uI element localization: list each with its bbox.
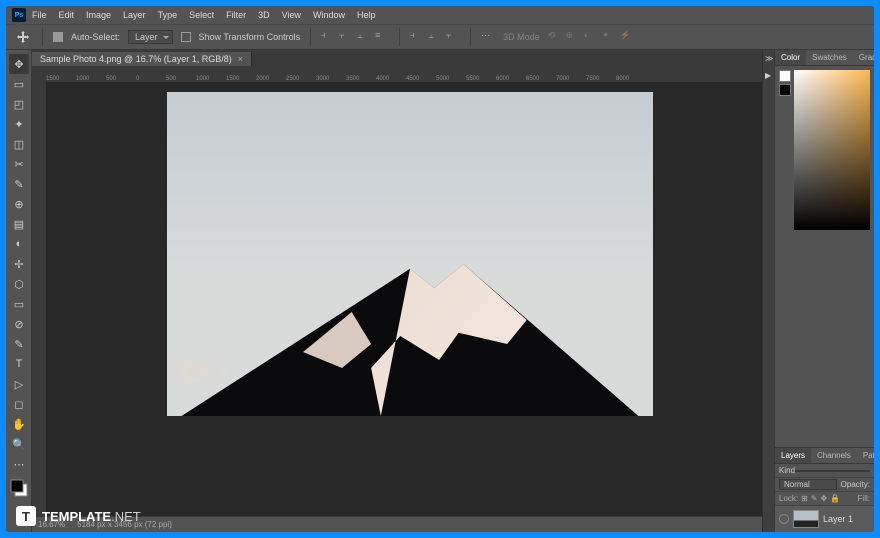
photoshop-window: Ps File Edit Image Layer Type Select Fil…	[6, 6, 874, 532]
document-tab[interactable]: Sample Photo 4.png @ 16.7% (Layer 1, RGB…	[32, 52, 252, 66]
lock-icon[interactable]: ✎	[811, 494, 818, 503]
layer-name[interactable]: Layer 1	[823, 514, 853, 524]
panel-dock: Color Swatches Gradients Layers Channels…	[774, 50, 874, 532]
text-tool[interactable]: T	[9, 354, 29, 374]
menu-type[interactable]: Type	[152, 10, 184, 20]
kind-label: Kind	[779, 466, 795, 475]
layer-thumbnail[interactable]	[793, 510, 819, 528]
ruler-horizontal[interactable]: 1500100050005001000150020002500300035004…	[32, 68, 762, 82]
transform-label: Show Transform Controls	[199, 32, 301, 42]
canvas[interactable]	[32, 82, 762, 516]
main-area: ✥ ▭ ◰ ✦ ◫ ✂ ✎ ⊕ ▤ ◐ ✢ ⬡ ▭ ⊘ ✎ T ▷ ◻ ✋ 🔍 …	[6, 50, 874, 532]
tab-channels[interactable]: Channels	[811, 448, 857, 463]
menu-3d[interactable]: 3D	[252, 10, 276, 20]
color-swatch[interactable]	[9, 478, 28, 503]
foreground-swatch[interactable]	[779, 70, 791, 82]
kind-dropdown[interactable]	[795, 470, 870, 472]
blend-mode-dropdown[interactable]: Normal	[779, 479, 837, 490]
lock-icon[interactable]: ⊞	[801, 494, 808, 503]
menu-filter[interactable]: Filter	[220, 10, 252, 20]
menu-image[interactable]: Image	[80, 10, 117, 20]
menu-file[interactable]: File	[26, 10, 53, 20]
stamp-tool[interactable]: ◐	[9, 234, 29, 254]
tab-swatches[interactable]: Swatches	[806, 50, 853, 65]
auto-select-dropdown[interactable]: Layer	[128, 30, 173, 44]
marquee-tool[interactable]: ▭	[9, 74, 29, 94]
menu-select[interactable]: Select	[183, 10, 220, 20]
menu-layer[interactable]: Layer	[117, 10, 152, 20]
more-icon[interactable]: ⋯	[481, 30, 495, 44]
document-area: Sample Photo 4.png @ 16.7% (Layer 1, RGB…	[32, 50, 762, 532]
move-tool[interactable]: ✥	[9, 54, 29, 74]
3d-mode-label: 3D Mode	[503, 32, 540, 42]
menu-help[interactable]: Help	[351, 10, 382, 20]
tab-gradients[interactable]: Gradients	[853, 50, 874, 65]
auto-select-label: Auto-Select:	[71, 32, 120, 42]
eyedropper-tool[interactable]: ✎	[9, 174, 29, 194]
zoom-tool[interactable]: 🔍	[9, 434, 29, 454]
eraser-tool[interactable]: ⬡	[9, 274, 29, 294]
color-panel-tabs: Color Swatches Gradients	[775, 50, 874, 66]
watermark: T TEMPLATE.NET	[16, 506, 141, 526]
path-tool[interactable]: ▷	[9, 374, 29, 394]
lock-label: Lock:	[779, 494, 798, 503]
tab-paths[interactable]: Paths	[857, 448, 874, 463]
document-tabbar: Sample Photo 4.png @ 16.7% (Layer 1, RGB…	[32, 50, 762, 68]
crop-tool[interactable]: ◫	[9, 134, 29, 154]
brush-tool[interactable]: ▤	[9, 214, 29, 234]
menu-window[interactable]: Window	[307, 10, 351, 20]
background-swatch[interactable]	[779, 84, 791, 96]
hand-tool[interactable]: ✋	[9, 414, 29, 434]
layer-item[interactable]: Layer 1	[775, 506, 874, 532]
color-panel	[775, 66, 874, 234]
tab-title: Sample Photo 4.png @ 16.7% (Layer 1, RGB…	[40, 54, 232, 64]
collapsed-panels[interactable]: ≫ ▶	[762, 50, 774, 532]
history-tool[interactable]: ✢	[9, 254, 29, 274]
auto-select-checkbox[interactable]	[53, 32, 63, 42]
options-bar: Auto-Select: Layer Show Transform Contro…	[6, 24, 874, 50]
watermark-icon: T	[16, 506, 36, 526]
lasso-tool[interactable]: ◰	[9, 94, 29, 114]
status-bar: 16.67% 5184 px x 3456 px (72 ppi)	[32, 516, 762, 532]
menu-view[interactable]: View	[276, 10, 307, 20]
wand-tool[interactable]: ✦	[9, 114, 29, 134]
fill-label: Fill:	[858, 494, 870, 503]
lock-icon[interactable]: ✥	[821, 494, 828, 503]
move-tool-icon[interactable]	[14, 28, 32, 46]
menu-edit[interactable]: Edit	[53, 10, 81, 20]
frame-tool[interactable]: ✂	[9, 154, 29, 174]
3d-icons: ⟲⊕◐✦⚡	[548, 30, 634, 44]
menubar: Ps File Edit Image Layer Type Select Fil…	[6, 6, 874, 24]
color-picker[interactable]	[794, 70, 870, 230]
visibility-icon[interactable]	[779, 514, 789, 524]
distribute-icons[interactable]: ⫞⫠⫟	[410, 30, 460, 44]
heal-tool[interactable]: ⊕	[9, 194, 29, 214]
tab-layers[interactable]: Layers	[775, 448, 811, 463]
shape-tool[interactable]: ◻	[9, 394, 29, 414]
toolbar: ✥ ▭ ◰ ✦ ◫ ✂ ✎ ⊕ ▤ ◐ ✢ ⬡ ▭ ⊘ ✎ T ▷ ◻ ✋ 🔍 …	[6, 50, 32, 532]
align-icons[interactable]: ⫞⫟⫠≡	[321, 30, 389, 44]
layers-panel: Layers Channels Paths Kind Normal Opacit…	[775, 447, 874, 532]
lock-icon[interactable]: 🔒	[830, 494, 840, 503]
app-logo-icon[interactable]: Ps	[12, 8, 26, 22]
blur-tool[interactable]: ⊘	[9, 314, 29, 334]
pen-tool[interactable]: ✎	[9, 334, 29, 354]
edit-toolbar[interactable]: ⋯	[9, 454, 29, 474]
photo-content	[167, 92, 653, 416]
tab-color[interactable]: Color	[775, 50, 806, 65]
close-icon[interactable]: ×	[238, 54, 243, 64]
opacity-label: Opacity:	[841, 480, 870, 489]
ruler-vertical[interactable]	[32, 82, 46, 516]
transform-checkbox[interactable]	[181, 32, 191, 42]
gradient-tool[interactable]: ▭	[9, 294, 29, 314]
